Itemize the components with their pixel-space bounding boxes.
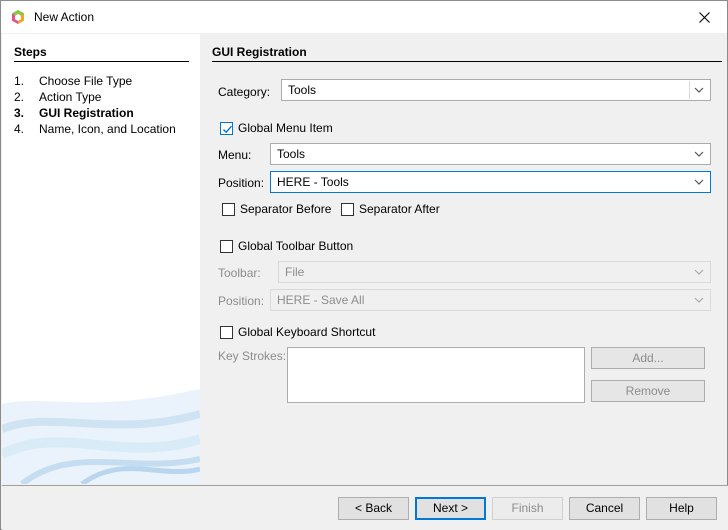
chevron-down-icon	[694, 179, 704, 185]
key-strokes-label: Key Strokes:	[218, 349, 287, 363]
toolbar-position-label: Position:	[218, 294, 265, 308]
step-number: 2.	[14, 90, 25, 104]
toolbar-combo[interactable]: File	[278, 261, 711, 283]
toolbar-position-combo[interactable]: HERE - Save All	[270, 289, 711, 311]
gui-registration-panel: GUI Registration Category: Tools Global …	[200, 34, 727, 484]
step-item: 4. Name, Icon, and Location	[14, 121, 199, 137]
step-number: 1.	[14, 74, 25, 88]
chevron-down-icon	[694, 87, 704, 93]
menu-value: Tools	[277, 147, 306, 161]
category-value: Tools	[288, 83, 317, 97]
dialog-footer: < Back Next > Finish Cancel Help	[2, 486, 728, 530]
cancel-button[interactable]: Cancel	[569, 497, 640, 520]
section-title: GUI Registration	[212, 45, 722, 62]
step-number: 3.	[14, 106, 25, 120]
toolbar-position-value: HERE - Save All	[277, 293, 365, 307]
position-combo[interactable]: HERE - Tools	[270, 171, 711, 193]
checkmark-icon	[223, 125, 233, 133]
step-item-current: 3. GUI Registration	[14, 105, 199, 121]
global-keyboard-shortcut-checkbox[interactable]: Global Keyboard Shortcut	[220, 325, 375, 339]
step-item: 2. Action Type	[14, 89, 199, 105]
toolbar-value: File	[285, 265, 305, 279]
position-label: Position:	[218, 176, 265, 190]
chevron-down-icon	[694, 297, 704, 303]
back-button[interactable]: < Back	[338, 497, 409, 520]
checkbox-box	[341, 202, 354, 216]
category-label: Category:	[218, 85, 271, 99]
step-item: 1. Choose File Type	[14, 73, 199, 89]
checkbox-box	[220, 239, 233, 253]
close-icon	[698, 11, 710, 23]
toolbar-label: Toolbar:	[218, 266, 261, 280]
step-label: Action Type	[39, 90, 102, 104]
checkbox-label: Separator Before	[240, 202, 332, 216]
steps-panel: Steps 1. Choose File Type 2. Action Type…	[2, 34, 200, 484]
separator-before-checkbox[interactable]: Separator Before	[222, 202, 331, 216]
combo-divider	[689, 81, 690, 99]
menu-label: Menu:	[218, 148, 252, 162]
checkbox-label: Global Keyboard Shortcut	[238, 325, 376, 339]
finish-button[interactable]: Finish	[492, 497, 563, 520]
app-logo-icon	[10, 9, 26, 25]
checkbox-label: Separator After	[359, 202, 440, 216]
help-button[interactable]: Help	[646, 497, 717, 520]
remove-button[interactable]: Remove	[591, 380, 705, 402]
key-strokes-list[interactable]	[287, 347, 585, 403]
chevron-down-icon	[694, 151, 704, 157]
step-label: Name, Icon, and Location	[39, 122, 176, 136]
step-number: 4.	[14, 122, 25, 136]
category-combo[interactable]: Tools	[281, 79, 711, 101]
checkbox-box	[220, 121, 233, 135]
checkbox-label: Global Toolbar Button	[238, 239, 354, 253]
step-label: GUI Registration	[39, 106, 134, 120]
steps-title: Steps	[14, 45, 189, 62]
menu-combo[interactable]: Tools	[270, 143, 711, 165]
global-menu-item-checkbox[interactable]: Global Menu Item	[220, 121, 333, 135]
steps-list: 1. Choose File Type 2. Action Type 3. GU…	[14, 73, 199, 137]
step-label: Choose File Type	[39, 74, 133, 88]
checkbox-box	[222, 202, 235, 216]
global-toolbar-button-checkbox[interactable]: Global Toolbar Button	[220, 239, 353, 253]
chevron-down-icon	[694, 269, 704, 275]
next-button[interactable]: Next >	[415, 497, 486, 520]
close-button[interactable]	[681, 1, 727, 33]
checkbox-box	[220, 325, 233, 339]
position-value: HERE - Tools	[277, 175, 349, 189]
new-action-dialog: New Action Steps 1. Choose File Type 2. …	[0, 0, 728, 530]
checkbox-label: Global Menu Item	[238, 121, 333, 135]
separator-after-checkbox[interactable]: Separator After	[341, 202, 440, 216]
add-button[interactable]: Add...	[591, 347, 705, 369]
title-bar: New Action	[1, 1, 727, 33]
window-title: New Action	[34, 10, 95, 24]
wizard-decoration-graphic	[2, 389, 200, 484]
